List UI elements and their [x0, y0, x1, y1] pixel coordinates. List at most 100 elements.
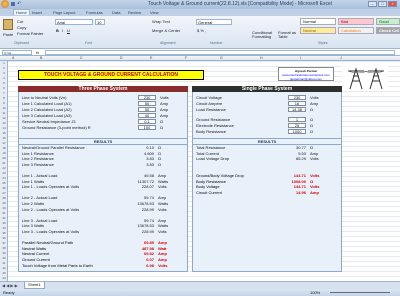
row-number[interactable]: 23 [0, 171, 8, 175]
single-phase-input-value[interactable]: 25 [288, 123, 306, 128]
row-number[interactable]: 44 [0, 276, 8, 280]
zoom-slider[interactable] [330, 292, 390, 293]
row-number[interactable]: 41 [0, 261, 8, 265]
row-number[interactable]: 29 [0, 201, 8, 205]
row-number[interactable]: 10 [0, 106, 8, 110]
close-button[interactable]: × [388, 1, 397, 7]
row-number[interactable]: 43 [0, 271, 8, 275]
name-box[interactable]: S29 [2, 50, 32, 55]
row-number[interactable]: 28 [0, 196, 8, 200]
row-number[interactable]: 19 [0, 151, 8, 155]
format-as-table-button[interactable]: Format as Table [278, 31, 296, 39]
fx-icon[interactable]: fx [36, 50, 39, 55]
row-number[interactable]: 12 [0, 116, 8, 120]
row-number[interactable]: 35 [0, 231, 8, 235]
row-number[interactable]: 33 [0, 221, 8, 225]
style-check-cell[interactable]: Check Cell [376, 27, 400, 34]
maximize-button[interactable]: □ [378, 1, 387, 7]
column-header[interactable]: D [120, 56, 123, 60]
row-number[interactable]: 9 [0, 101, 8, 105]
office-button[interactable] [1, 0, 9, 8]
row-number[interactable]: 42 [0, 266, 8, 270]
single-phase-input-value[interactable]: 14.38 [288, 107, 306, 112]
row-number[interactable]: 27 [0, 191, 8, 195]
tab-data[interactable]: Data [112, 10, 120, 15]
tab-view[interactable]: View [150, 10, 159, 15]
merge-center-button[interactable]: Merge & Center [152, 28, 180, 33]
row-number[interactable]: 17 [0, 141, 8, 145]
single-phase-input-value[interactable]: 16 [288, 101, 306, 106]
row-number[interactable]: 36 [0, 236, 8, 240]
row-number[interactable]: 20 [0, 156, 8, 160]
copy-button[interactable]: Copy [17, 25, 26, 30]
row-number[interactable]: 18 [0, 146, 8, 150]
column-header[interactable]: H [260, 56, 263, 60]
tab-page-layout[interactable]: Page Layout [53, 10, 75, 15]
bold-button[interactable]: B [56, 28, 59, 33]
row-number[interactable]: 15 [0, 131, 8, 135]
tab-formulas[interactable]: Formulas [86, 10, 103, 15]
cut-button[interactable]: Cut [17, 19, 23, 24]
row-number[interactable]: 22 [0, 166, 8, 170]
undo-icon[interactable]: ↶ [17, 1, 21, 7]
three-phase-input-value[interactable]: 100 [138, 125, 156, 130]
single-phase-input-value[interactable]: 1000 [288, 129, 306, 134]
tab-home[interactable]: Home [13, 9, 30, 15]
row-number[interactable]: 40 [0, 256, 8, 260]
tab-review[interactable]: Review [128, 10, 141, 15]
row-number[interactable]: 38 [0, 246, 8, 250]
row-number[interactable]: 3 [0, 71, 8, 75]
number-format-select[interactable]: General [196, 19, 232, 25]
row-number[interactable]: 13 [0, 121, 8, 125]
tab-insert[interactable]: Insert [32, 10, 42, 15]
row-number[interactable]: 24 [0, 176, 8, 180]
formula-input[interactable] [45, 50, 395, 55]
zoom-level[interactable]: 100% [310, 290, 320, 295]
currency-button[interactable]: $ % , [197, 28, 206, 33]
paste-button[interactable]: Paste [3, 32, 13, 37]
row-number[interactable]: 16 [0, 136, 8, 140]
style-neutral[interactable]: Neutral [300, 27, 336, 34]
sheet-nav-icon[interactable]: ◀ ◀ ▶ ▶ [2, 283, 18, 288]
paste-icon[interactable] [3, 19, 13, 30]
row-number[interactable]: 26 [0, 186, 8, 190]
three-phase-input-value[interactable]: 40 [138, 113, 156, 118]
wrap-text-button[interactable]: Wrap Text [152, 19, 170, 24]
column-header[interactable]: I [300, 56, 301, 60]
italic-button[interactable]: I [62, 28, 63, 33]
worksheet-grid[interactable]: TOUCH VOLTAGE & GROUND CURRENT CALCULATI… [8, 61, 400, 281]
sheet-tab[interactable]: Sheet1 [24, 282, 45, 289]
single-phase-input-value[interactable]: 230 [288, 95, 306, 100]
row-number[interactable]: 32 [0, 216, 8, 220]
font-size-select[interactable]: 10 [95, 19, 105, 25]
style-bad[interactable]: Bad [338, 18, 374, 25]
style-good[interactable]: Good [376, 18, 400, 25]
row-number[interactable]: 5 [0, 81, 8, 85]
column-header[interactable]: J [340, 56, 342, 60]
row-number[interactable]: 8 [0, 96, 8, 100]
row-number[interactable]: 31 [0, 211, 8, 215]
column-header[interactable]: E [150, 56, 152, 60]
row-number[interactable]: 30 [0, 206, 8, 210]
underline-button[interactable]: U [67, 28, 70, 33]
row-number[interactable]: 34 [0, 226, 8, 230]
style-normal[interactable]: Normal [300, 18, 336, 25]
column-header[interactable]: A [12, 56, 14, 60]
row-number[interactable]: 21 [0, 161, 8, 165]
three-phase-input-value[interactable]: 230 [138, 95, 156, 100]
column-header[interactable]: B [40, 56, 42, 60]
save-icon[interactable] [11, 2, 15, 6]
row-number[interactable]: 7 [0, 91, 8, 95]
three-phase-input-value[interactable]: 50 [138, 107, 156, 112]
column-header[interactable]: G [220, 56, 223, 60]
row-number[interactable]: 4 [0, 76, 8, 80]
minimize-button[interactable]: – [368, 1, 377, 7]
row-number[interactable]: 39 [0, 251, 8, 255]
row-number[interactable]: 6 [0, 86, 8, 90]
row-number[interactable]: 2 [0, 66, 8, 70]
font-name-select[interactable]: Arial [55, 19, 93, 25]
row-number[interactable]: 1 [0, 61, 8, 65]
three-phase-input-value[interactable]: 0.1 [138, 119, 156, 124]
row-number[interactable]: 25 [0, 181, 8, 185]
row-number[interactable]: 37 [0, 241, 8, 245]
